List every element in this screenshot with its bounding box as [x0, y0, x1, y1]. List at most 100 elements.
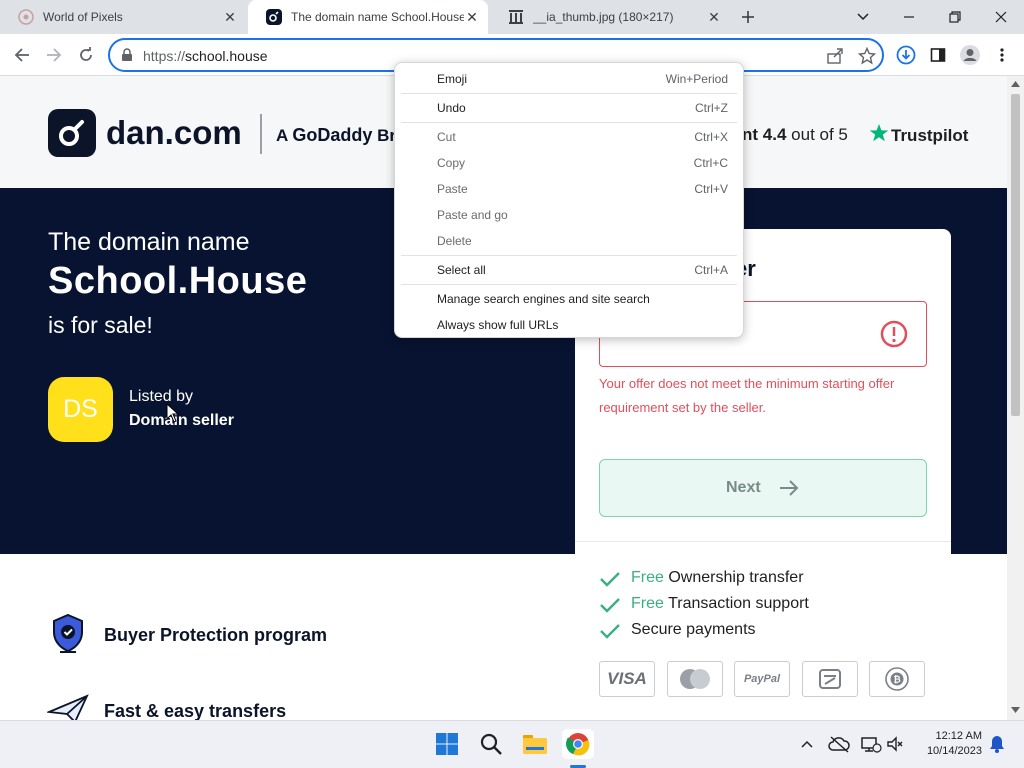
check-icon: [600, 624, 620, 639]
menu-item-paste[interactable]: Paste Ctrl+V: [395, 177, 743, 201]
menu-item-copy[interactable]: Copy Ctrl+C: [395, 151, 743, 175]
benefit-prefix: Free: [631, 569, 664, 586]
reload-icon: [80, 47, 92, 61]
menu-item-label: Undo: [437, 101, 466, 115]
close-tab-icon[interactable]: ✕: [222, 9, 238, 25]
menu-item-always-show-full-urls[interactable]: Always show full URLs: [395, 313, 743, 337]
menu-item-label: Cut: [437, 130, 456, 144]
arrow-right-icon: [47, 48, 62, 62]
mastercard-logo-icon: [667, 661, 723, 697]
paypal-text: PayPal: [743, 673, 781, 685]
menu-item-shortcut: Ctrl+X: [694, 130, 728, 144]
trustpilot-text[interactable]: Trustpilot: [891, 126, 968, 146]
share-icon[interactable]: [826, 47, 844, 65]
error-icon: [880, 320, 908, 348]
logo-divider: [260, 114, 262, 154]
lock-icon: [122, 48, 132, 61]
network-icon: [861, 737, 882, 753]
download-icon: [896, 45, 916, 65]
menu-separator: [401, 93, 737, 94]
menu-item-label: Delete: [437, 234, 472, 248]
windows-taskbar: 12:12 AM 10/14/2023: [0, 720, 1024, 768]
bell-icon: [990, 736, 1004, 753]
show-hidden-icons-button[interactable]: [792, 729, 822, 759]
dan-logo-icon[interactable]: [48, 109, 96, 157]
menu-item-shortcut: Win+Period: [665, 72, 728, 86]
plus-icon: [742, 11, 754, 23]
benefit-prefix: Free: [631, 595, 664, 612]
hero-line-3: is for sale!: [48, 312, 153, 338]
arrow-right-icon: [780, 480, 799, 496]
taskbar-search-button[interactable]: [476, 729, 506, 759]
back-button[interactable]: [6, 39, 38, 71]
volume-button[interactable]: [880, 729, 910, 759]
scrollbar-thumb[interactable]: [1011, 94, 1020, 416]
tab-school-house[interactable]: The domain name School.House ✕: [248, 0, 488, 34]
next-button[interactable]: Next: [599, 459, 927, 517]
menu-item-paste-and-go[interactable]: Paste and go: [395, 203, 743, 227]
close-icon: [995, 11, 1007, 23]
scroll-up-icon[interactable]: [1011, 81, 1020, 87]
clock[interactable]: 12:12 AM 10/14/2023: [912, 729, 982, 759]
more-vert-icon: [1000, 48, 1004, 62]
new-tab-button[interactable]: [732, 1, 764, 33]
page-scrollbar[interactable]: [1007, 76, 1024, 720]
clock-date: 10/14/2023: [926, 745, 982, 757]
start-button[interactable]: [432, 729, 462, 759]
close-tab-icon[interactable]: ✕: [706, 9, 722, 25]
url-scheme: https://: [143, 48, 186, 64]
file-explorer-button[interactable]: [520, 729, 550, 759]
menu-item-manage-search-engines[interactable]: Manage search engines and site search: [395, 287, 743, 311]
windows-logo-icon: [436, 733, 458, 755]
rating-fragment: nt: [742, 125, 759, 144]
restore-button[interactable]: [932, 0, 978, 34]
seller-avatar: DS: [48, 377, 113, 442]
menu-separator: [401, 122, 737, 123]
benefit-transaction-support: Free Transaction support: [631, 595, 809, 613]
tab-title: World of Pixels: [43, 10, 123, 24]
rating-suffix: out of 5: [791, 125, 848, 144]
forward-button[interactable]: [38, 39, 70, 71]
close-tab-icon[interactable]: ✕: [464, 9, 480, 25]
tab-search-button[interactable]: [840, 0, 886, 34]
notifications-button[interactable]: [982, 729, 1012, 759]
menu-item-shortcut: Ctrl+Z: [695, 101, 728, 115]
check-icon: [600, 598, 620, 613]
benefit-text: Ownership transfer: [668, 569, 804, 586]
benefit-secure-payments: Secure payments: [631, 621, 756, 638]
tab-world-of-pixels[interactable]: World of Pixels ✕: [0, 0, 246, 34]
trustpilot-star-icon: [869, 124, 889, 142]
close-window-button[interactable]: [978, 0, 1024, 34]
menu-item-emoji[interactable]: Emoji Win+Period: [395, 67, 743, 91]
menu-item-select-all[interactable]: Select all Ctrl+A: [395, 258, 743, 282]
cloud-offline-icon: [828, 736, 850, 753]
side-panel-icon: [930, 48, 946, 62]
bookmark-star-icon[interactable]: [858, 47, 876, 65]
dan-favicon-icon: [266, 9, 282, 25]
scroll-down-icon[interactable]: [1011, 707, 1020, 713]
onedrive-button[interactable]: [824, 729, 854, 759]
menu-item-undo[interactable]: Undo Ctrl+Z: [395, 96, 743, 120]
chrome-taskbar-button[interactable]: [562, 729, 594, 759]
logo-text[interactable]: dan.com: [106, 114, 242, 152]
seller-name[interactable]: Domain seller: [129, 412, 234, 430]
side-panel-button[interactable]: [922, 39, 954, 71]
brand-name: GoDaddy: [292, 125, 373, 145]
rating-text: nt 4.4 out of 5: [742, 125, 848, 145]
menu-item-delete[interactable]: Delete: [395, 229, 743, 253]
url-text[interactable]: https://school.house: [143, 48, 268, 64]
profile-button[interactable]: [954, 39, 986, 71]
card-divider: [575, 541, 951, 542]
offer-error-message: Your offer does not meet the minimum sta…: [599, 376, 895, 415]
tab-ia-thumb[interactable]: __ia_thumb.jpg (180×217) ✕: [490, 0, 730, 34]
browser-menu-button[interactable]: [986, 39, 1018, 71]
menu-item-cut[interactable]: Cut Ctrl+X: [395, 125, 743, 149]
menu-item-label: Copy: [437, 156, 466, 170]
minimize-button[interactable]: [886, 0, 932, 34]
godaddy-brand-text: A GoDaddy Bra: [276, 125, 406, 146]
bitcoin-logo-icon: ₿: [869, 661, 925, 697]
menu-item-label: Manage search engines and site search: [437, 292, 650, 306]
rating-value: 4.4: [762, 125, 787, 144]
downloads-button[interactable]: [890, 39, 922, 71]
reload-button[interactable]: [70, 39, 102, 71]
